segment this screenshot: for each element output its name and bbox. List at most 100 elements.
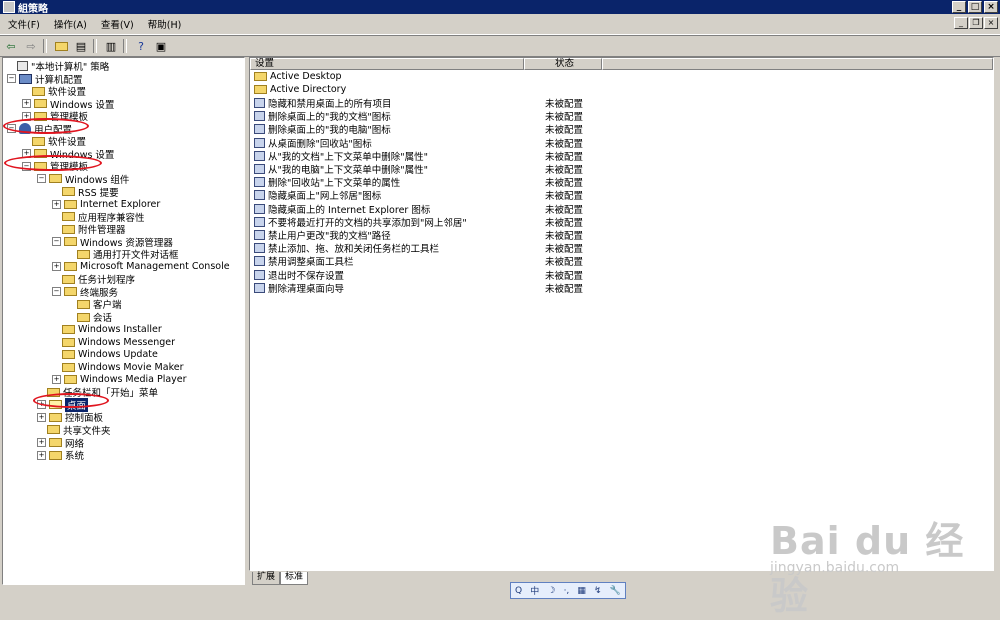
collapse-icon[interactable]: − — [37, 174, 46, 184]
tree-node[interactable]: + 系统 — [37, 449, 85, 463]
view-tabs: 扩展 标准 — [252, 572, 309, 585]
list-item[interactable]: 隐藏和禁用桌面上的所有项目 未被配置 — [254, 96, 583, 110]
tree-node[interactable]: Windows Update — [52, 349, 158, 361]
list-item[interactable]: 隐藏桌面上的 Internet Explorer 图标 未被配置 — [254, 202, 583, 216]
tree-node[interactable]: Windows Messenger — [52, 336, 175, 348]
expand-icon[interactable]: + — [37, 450, 46, 460]
tree-node[interactable]: + Internet Explorer — [52, 198, 160, 210]
list-item[interactable]: 删除桌面上的"我的电脑"图标 未被配置 — [254, 123, 583, 136]
list-item[interactable]: 退出时不保存设置 未被配置 — [254, 268, 583, 282]
close-button[interactable]: × — [984, 1, 998, 13]
list-item[interactable]: 禁止添加、拖、放和关闭任务栏的工具栏 未被配置 — [254, 242, 583, 255]
tree-node[interactable]: − 终端服务 — [52, 286, 118, 299]
list-item[interactable]: 禁止用户更改"我的文档"路径 未被配置 — [254, 228, 583, 242]
list-item[interactable]: 禁用调整桌面工具栏 未被配置 — [254, 255, 583, 268]
tree-node[interactable]: − 计算机配置 — [7, 73, 83, 86]
expand-icon[interactable]: + — [52, 199, 61, 209]
forward-arrow-icon[interactable]: ⇨ — [22, 38, 40, 54]
ime-keyboard-icon[interactable]: ▦ — [577, 586, 586, 596]
menu-action[interactable]: 操作(A) — [48, 17, 93, 31]
tree-node[interactable]: 通用打开文件对话框 — [67, 248, 179, 261]
menu-help[interactable]: 帮助(H) — [142, 17, 188, 31]
expand-icon[interactable]: + — [52, 375, 61, 385]
column-header-state[interactable]: 状态 — [524, 58, 602, 70]
collapse-icon[interactable]: − — [52, 237, 61, 247]
tree-node[interactable]: 客户端 — [67, 298, 122, 311]
tree-node[interactable]: + 控制面板 — [37, 411, 103, 424]
list-item[interactable]: 从"我的文档"上下文菜单中删除"属性" 未被配置 — [254, 149, 583, 163]
mdi-minimize-button[interactable]: _ — [954, 17, 968, 29]
tree-node[interactable]: − Windows 资源管理器 — [52, 236, 173, 249]
list-item[interactable]: 不要将最近打开的文档的共享添加到"网上邻居" 未被配置 — [254, 215, 583, 229]
tab-extended[interactable]: 扩展 — [252, 572, 281, 585]
ime-logo-icon[interactable]: Q — [515, 586, 522, 596]
ime-halfwidth-icon[interactable]: ☽ — [547, 586, 555, 596]
list-item[interactable]: 删除桌面上的"我的文档"图标 未被配置 — [254, 110, 583, 123]
folder-icon — [64, 262, 77, 272]
tree-node[interactable]: + Windows Media Player — [52, 374, 187, 386]
properties-icon[interactable]: ▣ — [152, 38, 170, 54]
tree-node[interactable]: 共享文件夹 — [37, 424, 111, 437]
setting-state: 未被配置 — [545, 151, 584, 163]
tree-node[interactable]: 应用程序兼容性 — [52, 211, 145, 224]
tree-node[interactable]: 附件管理器 — [52, 223, 126, 236]
list-item[interactable]: Active Desktop — [254, 70, 342, 83]
setting-state: 未被配置 — [545, 217, 584, 229]
up-folder-icon[interactable] — [52, 38, 70, 54]
tree-node[interactable]: Windows Installer — [52, 324, 162, 336]
tree-node[interactable]: 会话 — [67, 311, 112, 324]
setting-name: 从"我的电脑"上下文菜单中删除"属性" — [268, 164, 428, 176]
expand-icon[interactable]: + — [37, 412, 46, 422]
collapse-icon[interactable]: − — [7, 74, 16, 84]
tree-node[interactable]: Windows Movie Maker — [52, 361, 184, 373]
ime-punctuation-icon[interactable]: ·, — [564, 586, 570, 596]
help-icon[interactable]: ? — [132, 38, 150, 54]
tree-node-label: 系统 — [65, 451, 85, 463]
menu-file[interactable]: 文件(F) — [2, 17, 46, 31]
minimize-button[interactable]: _ — [952, 1, 966, 13]
list-item[interactable]: 删除"回收站"上下文菜单的属性 未被配置 — [254, 176, 583, 189]
setting-state: 未被配置 — [545, 191, 584, 203]
list-item[interactable]: 删除清理桌面向导 未被配置 — [254, 281, 583, 295]
setting-state: 未被配置 — [545, 98, 584, 110]
list-item[interactable]: 从"我的电脑"上下文菜单中删除"属性" 未被配置 — [254, 162, 583, 176]
expand-icon[interactable]: + — [22, 99, 31, 109]
tree-node[interactable]: RSS 提要 — [52, 186, 119, 199]
setting-state: 未被配置 — [545, 230, 584, 242]
tree-node[interactable]: + 网络 — [37, 437, 84, 450]
maximize-button[interactable]: □ — [968, 1, 982, 13]
console-tree[interactable]: "本地计算机" 策略 − 计算机配置 软件设置 + Windows 设置 + 管理模板 − 用户配… — [2, 57, 245, 585]
tree-node[interactable]: − Windows 组件 — [37, 173, 129, 186]
expand-icon[interactable]: + — [52, 262, 61, 272]
menu-view[interactable]: 查看(V) — [95, 17, 140, 31]
tab-standard[interactable]: 标准 — [280, 572, 309, 585]
tree-node[interactable]: 任务计划程序 — [52, 273, 135, 286]
title-bar: 組策略 _ □ × — [0, 0, 1000, 15]
tree-node[interactable]: "本地计算机" 策略 — [7, 60, 109, 73]
tree-node[interactable]: + Windows 设置 — [22, 98, 114, 111]
list-item[interactable]: 隐藏桌面上"网上邻居"图标 未被配置 — [254, 189, 583, 202]
setting-state: 未被配置 — [545, 244, 584, 256]
tree-node[interactable]: 软件设置 — [22, 85, 86, 98]
list-item[interactable]: Active Directory — [254, 83, 346, 96]
policy-setting-icon — [254, 282, 265, 293]
mdi-restore-button[interactable]: ❐ — [969, 17, 983, 29]
folder-icon — [77, 299, 90, 309]
list-item[interactable]: 从桌面删除"回收站"图标 未被配置 — [254, 136, 583, 150]
policy-setting-icon — [254, 177, 265, 188]
column-header-setting[interactable]: 设置 — [250, 58, 524, 70]
ime-settings-icon[interactable]: 🔧 — [610, 586, 621, 596]
menu-bar: 文件(F) 操作(A) 查看(V) 帮助(H) _ ❐ × — [0, 14, 1000, 35]
ime-chinese-mode[interactable]: 中 — [530, 584, 539, 597]
collapse-icon[interactable]: − — [52, 287, 61, 297]
back-arrow-icon[interactable]: ⇦ — [2, 38, 20, 54]
ime-toolbar[interactable]: Q 中 ☽ ·, ▦ ↯ 🔧 — [510, 582, 626, 599]
tree-node[interactable]: + Microsoft Management Console — [52, 261, 230, 273]
expand-icon[interactable]: + — [37, 438, 46, 447]
mdi-close-button[interactable]: × — [984, 17, 998, 29]
tree-node[interactable]: 软件设置 — [22, 135, 86, 148]
ime-tools-icon[interactable]: ↯ — [594, 586, 602, 596]
export-list-icon[interactable]: ▥ — [102, 38, 120, 54]
show-tree-icon[interactable]: ▤ — [72, 38, 90, 54]
setting-state: 未被配置 — [545, 112, 584, 124]
